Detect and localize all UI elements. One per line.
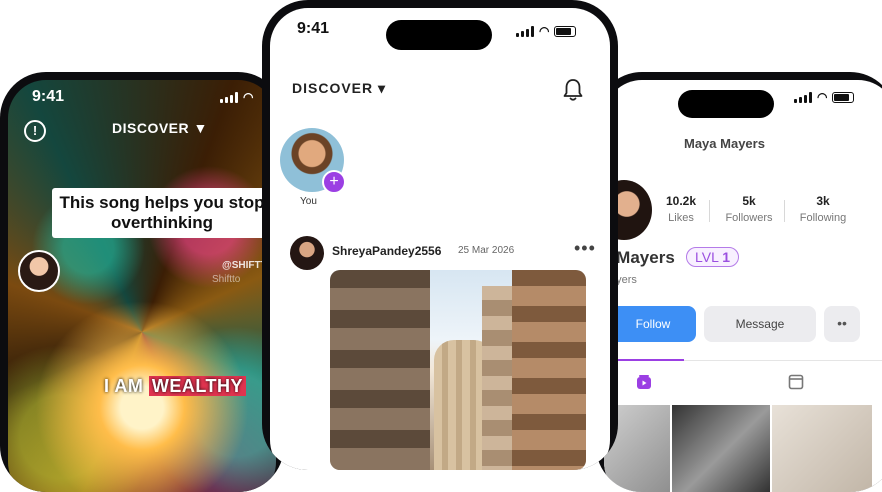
caret-down-icon: ▾ bbox=[378, 80, 387, 96]
battery-icon bbox=[554, 25, 577, 37]
discover-dropdown[interactable]: DISCOVER ▾ bbox=[292, 80, 386, 97]
signal-icon bbox=[220, 91, 238, 103]
grid-thumbnail[interactable] bbox=[772, 405, 872, 492]
discover-title: DISCOVER bbox=[112, 120, 190, 136]
caret-down-icon: ▼ bbox=[193, 120, 208, 136]
status-bar: ◠ bbox=[604, 80, 882, 110]
stat-followers[interactable]: 5k Followers bbox=[716, 194, 782, 224]
building-right bbox=[512, 270, 586, 470]
bell-icon[interactable] bbox=[562, 78, 584, 102]
profile-screen: ◠ Maya Mayers 10.2k Likes 5k Followers 3… bbox=[604, 80, 882, 492]
video-caption: This song helps you stop overthinking bbox=[52, 188, 272, 238]
stat-label: Followers bbox=[725, 212, 773, 224]
divider bbox=[709, 200, 710, 222]
status-bar: 9:41 ◠ bbox=[8, 80, 276, 110]
creator-subtitle: Shiftto bbox=[212, 274, 241, 285]
affirmation-prefix: I AM bbox=[104, 376, 144, 396]
posts-tab-icon[interactable] bbox=[788, 374, 804, 390]
status-icons: ◠ bbox=[220, 90, 253, 104]
stat-value: 10.2k bbox=[665, 194, 697, 208]
signal-icon bbox=[516, 25, 534, 37]
discover-dropdown[interactable]: DISCOVER ▼ bbox=[112, 120, 208, 136]
more-options-button[interactable]: •• bbox=[824, 306, 860, 342]
stat-label: Likes bbox=[668, 212, 694, 224]
post-username[interactable]: ShreyaPandey2556 bbox=[332, 244, 441, 258]
stat-likes[interactable]: 10.2k Likes bbox=[656, 194, 706, 224]
more-options-icon[interactable]: ••• bbox=[574, 238, 596, 259]
wifi-icon: ◠ bbox=[817, 90, 828, 104]
affirmation-overlay: I AM WEALTHY bbox=[104, 376, 246, 397]
add-story-icon[interactable]: + bbox=[322, 170, 346, 194]
status-time: 9:41 bbox=[297, 20, 330, 37]
level-badge: LVL 1 bbox=[686, 247, 740, 267]
creator-avatar[interactable] bbox=[18, 250, 60, 292]
phone-middle: 9:41 ◠ DISCOVER ▾ + You ShreyaPandey2556… bbox=[262, 0, 618, 470]
battery-icon bbox=[832, 91, 855, 103]
level-prefix: LVL bbox=[695, 249, 719, 265]
status-bar: 9:41 ◠ bbox=[270, 8, 610, 38]
status-time: 9:41 bbox=[32, 88, 65, 105]
wifi-icon: ◠ bbox=[243, 90, 254, 104]
stat-label: Following bbox=[799, 212, 847, 224]
status-icons: ◠ bbox=[794, 90, 855, 104]
status-icons: ◠ bbox=[516, 24, 577, 38]
signal-icon bbox=[794, 91, 812, 103]
video-feed-screen[interactable]: 9:41 ◠ ! DISCOVER ▼ This song helps you … bbox=[8, 80, 276, 492]
building-right-inner bbox=[482, 286, 512, 470]
divider bbox=[784, 200, 785, 222]
story-label: You bbox=[300, 196, 317, 207]
phone-right: ◠ Maya Mayers 10.2k Likes 5k Followers 3… bbox=[596, 72, 882, 492]
affirmation-highlight: WEALTHY bbox=[148, 376, 246, 396]
info-icon[interactable]: ! bbox=[24, 120, 46, 142]
profile-title: Maya Mayers bbox=[684, 136, 765, 151]
message-button[interactable]: Message bbox=[704, 306, 816, 342]
phone-left: 9:41 ◠ ! DISCOVER ▼ This song helps you … bbox=[0, 72, 284, 492]
stat-value: 3k bbox=[816, 194, 830, 208]
discover-title: DISCOVER bbox=[292, 80, 374, 96]
building-left bbox=[330, 270, 430, 470]
stat-following[interactable]: 3k Following bbox=[790, 194, 856, 224]
stat-value: 5k bbox=[742, 194, 756, 208]
grid-thumbnail[interactable] bbox=[672, 405, 770, 492]
wifi-icon: ◠ bbox=[539, 24, 550, 38]
level-value: 1 bbox=[722, 249, 731, 265]
post-image[interactable] bbox=[330, 270, 586, 470]
post-author-avatar[interactable] bbox=[290, 236, 324, 270]
videos-tab-icon[interactable] bbox=[636, 374, 652, 390]
discover-feed-screen: 9:41 ◠ DISCOVER ▾ + You ShreyaPandey2556… bbox=[270, 8, 610, 470]
post-date: 25 Mar 2026 bbox=[458, 245, 515, 256]
